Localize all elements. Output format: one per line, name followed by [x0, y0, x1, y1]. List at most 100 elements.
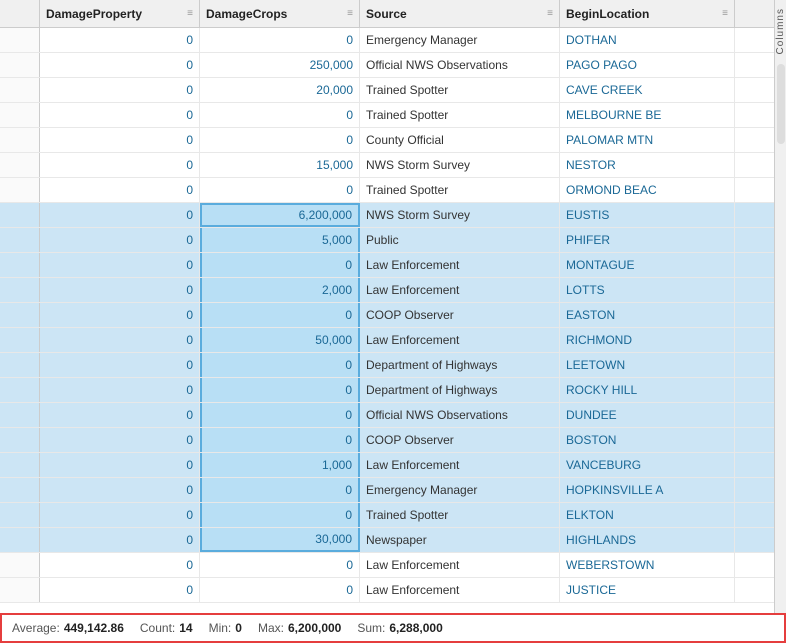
source-cell: NWS Storm Survey — [360, 203, 560, 227]
damage-property-cell: 0 — [40, 528, 200, 552]
data-grid: DamageProperty ≡ DamageCrops ≡ Source ≡ … — [0, 0, 786, 643]
damage-crops-cell: 0 — [200, 553, 360, 577]
row-num-cell — [0, 328, 40, 352]
damage-property-cell: 0 — [40, 178, 200, 202]
begin-location-cell: NESTOR — [560, 153, 735, 177]
resize-handle-damage-property[interactable]: ≡ — [183, 8, 193, 19]
col-header-source[interactable]: Source ≡ — [360, 0, 560, 27]
begin-location-cell: HIGHLANDS — [560, 528, 735, 552]
columns-label: Columns — [775, 8, 786, 54]
source-cell: NWS Storm Survey — [360, 153, 560, 177]
table-row[interactable]: 020,000Trained SpotterCAVE CREEK — [0, 78, 774, 103]
source-cell: Law Enforcement — [360, 553, 560, 577]
begin-location-cell: PALOMAR MTN — [560, 128, 735, 152]
table-row[interactable]: 00Trained SpotterMELBOURNE BE — [0, 103, 774, 128]
damage-crops-cell: 0 — [200, 503, 360, 527]
source-cell: COOP Observer — [360, 303, 560, 327]
damage-crops-cell: 20,000 — [200, 78, 360, 102]
table-row[interactable]: 030,000NewspaperHIGHLANDS — [0, 528, 774, 553]
table-row[interactable]: 00Trained SpotterELKTON — [0, 503, 774, 528]
table-row[interactable]: 01,000Law EnforcementVANCEBURG — [0, 453, 774, 478]
damage-crops-cell: 50,000 — [200, 328, 360, 352]
source-cell: Trained Spotter — [360, 103, 560, 127]
begin-location-cell: DUNDEE — [560, 403, 735, 427]
table-row[interactable]: 00Department of HighwaysROCKY HILL — [0, 378, 774, 403]
grid-body[interactable]: 00Emergency ManagerDOTHAN0250,000Officia… — [0, 28, 774, 613]
begin-location-cell: LEETOWN — [560, 353, 735, 377]
table-row[interactable]: 00Department of HighwaysLEETOWN — [0, 353, 774, 378]
resize-handle-damage-crops[interactable]: ≡ — [343, 8, 353, 19]
source-cell: Emergency Manager — [360, 28, 560, 52]
damage-crops-cell: 30,000 — [200, 528, 360, 552]
table-row[interactable]: 06,200,000NWS Storm SurveyEUSTIS — [0, 203, 774, 228]
row-num-cell — [0, 78, 40, 102]
source-cell: County Official — [360, 128, 560, 152]
status-bar: Average: 449,142.86 Count: 14 Min: 0 Max… — [0, 613, 786, 643]
row-num-cell — [0, 353, 40, 377]
col-header-damage-crops[interactable]: DamageCrops ≡ — [200, 0, 360, 27]
damage-property-cell: 0 — [40, 328, 200, 352]
row-num-cell — [0, 128, 40, 152]
damage-property-cell: 0 — [40, 153, 200, 177]
count-value: 14 — [179, 621, 192, 635]
col-label-source: Source — [366, 7, 407, 21]
table-row[interactable]: 050,000Law EnforcementRICHMOND — [0, 328, 774, 353]
col-label-begin-location: BeginLocation — [566, 7, 649, 21]
damage-crops-cell: 250,000 — [200, 53, 360, 77]
damage-property-cell: 0 — [40, 478, 200, 502]
source-cell: Law Enforcement — [360, 453, 560, 477]
begin-location-cell: VANCEBURG — [560, 453, 735, 477]
scrollbar-track[interactable] — [777, 64, 785, 144]
damage-crops-cell: 0 — [200, 28, 360, 52]
source-cell: Law Enforcement — [360, 278, 560, 302]
damage-property-cell: 0 — [40, 203, 200, 227]
table-row[interactable]: 00Law EnforcementJUSTICE — [0, 578, 774, 603]
table-row[interactable]: 00COOP ObserverBOSTON — [0, 428, 774, 453]
damage-property-cell: 0 — [40, 278, 200, 302]
table-row[interactable]: 00Trained SpotterORMOND BEAC — [0, 178, 774, 203]
damage-crops-cell: 0 — [200, 353, 360, 377]
col-header-damage-property[interactable]: DamageProperty ≡ — [40, 0, 200, 27]
table-row[interactable]: 0250,000Official NWS ObservationsPAGO PA… — [0, 53, 774, 78]
damage-crops-cell: 2,000 — [200, 278, 360, 302]
table-row[interactable]: 05,000PublicPHIFER — [0, 228, 774, 253]
grid-wrapper: DamageProperty ≡ DamageCrops ≡ Source ≡ … — [0, 0, 786, 613]
damage-crops-cell: 0 — [200, 253, 360, 277]
row-num-cell — [0, 178, 40, 202]
damage-crops-cell: 0 — [200, 578, 360, 602]
begin-location-cell: MONTAGUE — [560, 253, 735, 277]
source-cell: Trained Spotter — [360, 178, 560, 202]
table-row[interactable]: 02,000Law EnforcementLOTTS — [0, 278, 774, 303]
table-row[interactable]: 00Official NWS ObservationsDUNDEE — [0, 403, 774, 428]
col-label-damage-property: DamageProperty — [46, 7, 142, 21]
table-row[interactable]: 015,000NWS Storm SurveyNESTOR — [0, 153, 774, 178]
source-cell: Law Enforcement — [360, 253, 560, 277]
row-num-cell — [0, 478, 40, 502]
table-row[interactable]: 00Law EnforcementWEBERSTOWN — [0, 553, 774, 578]
resize-handle-source[interactable]: ≡ — [543, 8, 553, 19]
begin-location-cell: PHIFER — [560, 228, 735, 252]
damage-property-cell: 0 — [40, 403, 200, 427]
table-row[interactable]: 00Emergency ManagerDOTHAN — [0, 28, 774, 53]
damage-crops-cell: 0 — [200, 128, 360, 152]
table-row[interactable]: 00Law EnforcementMONTAGUE — [0, 253, 774, 278]
resize-handle-begin-location[interactable]: ≡ — [718, 8, 728, 19]
row-num-cell — [0, 278, 40, 302]
source-cell: Law Enforcement — [360, 328, 560, 352]
table-row[interactable]: 00Emergency ManagerHOPKINSVILLE A — [0, 478, 774, 503]
damage-crops-cell: 0 — [200, 403, 360, 427]
begin-location-cell: BOSTON — [560, 428, 735, 452]
source-cell: Department of Highways — [360, 378, 560, 402]
damage-property-cell: 0 — [40, 428, 200, 452]
table-row[interactable]: 00COOP ObserverEASTON — [0, 303, 774, 328]
begin-location-cell: ROCKY HILL — [560, 378, 735, 402]
damage-property-cell: 0 — [40, 128, 200, 152]
row-num-cell — [0, 403, 40, 427]
begin-location-cell: JUSTICE — [560, 578, 735, 602]
damage-property-cell: 0 — [40, 228, 200, 252]
damage-property-cell: 0 — [40, 553, 200, 577]
col-header-begin-location[interactable]: BeginLocation ≡ — [560, 0, 735, 27]
average-label: Average: — [12, 621, 60, 635]
table-row[interactable]: 00County OfficialPALOMAR MTN — [0, 128, 774, 153]
row-num-header — [0, 0, 40, 27]
